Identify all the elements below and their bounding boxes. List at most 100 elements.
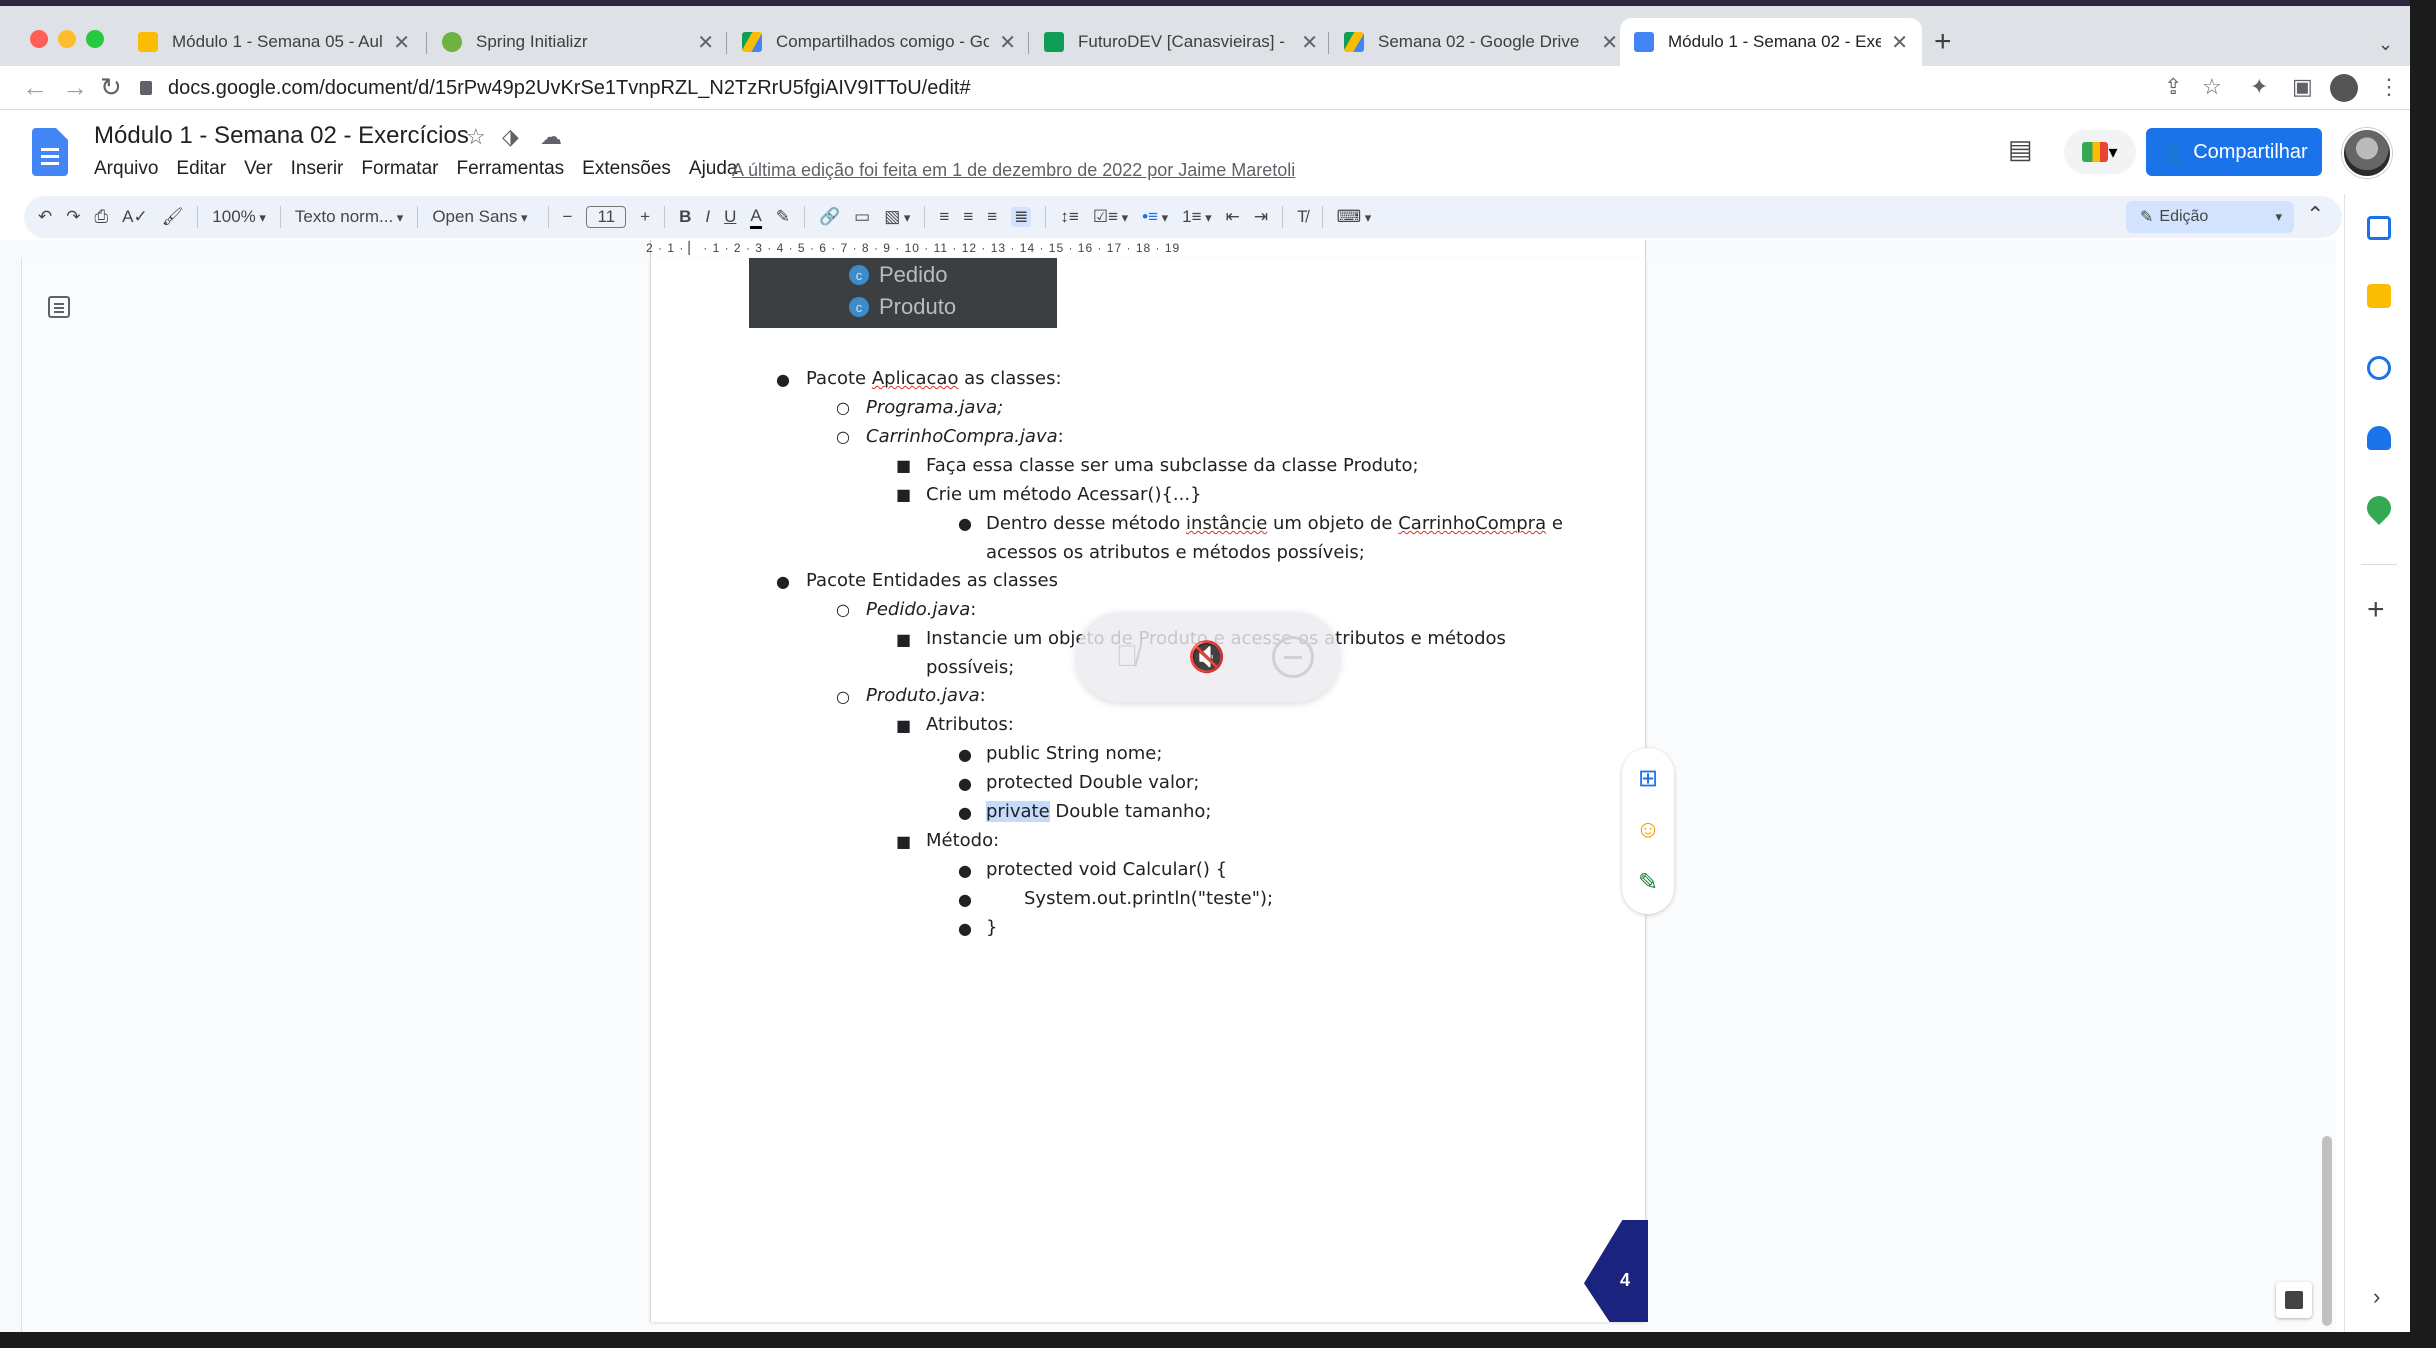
get-addons-icon[interactable]: +: [2367, 595, 2385, 625]
slides-icon: [138, 32, 158, 52]
align-justify-icon[interactable]: ≣: [1011, 207, 1032, 227]
user-avatar[interactable]: [2342, 128, 2392, 178]
italic-icon[interactable]: I: [705, 207, 710, 227]
menu-extensoes[interactable]: Extensões: [582, 158, 671, 180]
clear-formatting-icon[interactable]: T̸: [1297, 207, 1307, 227]
menu-ajuda[interactable]: Ajuda: [689, 158, 738, 180]
menu-ver[interactable]: Ver: [244, 158, 273, 180]
align-left-icon[interactable]: ≡: [939, 207, 949, 227]
keep-icon[interactable]: [2367, 284, 2391, 308]
insert-image-icon[interactable]: ▧: [884, 207, 910, 227]
input-tools-icon[interactable]: ⌨: [1337, 207, 1372, 227]
paint-format-icon[interactable]: 🖌: [162, 207, 184, 227]
tasks-icon[interactable]: [2367, 356, 2391, 380]
checklist-icon[interactable]: ☑≡: [1093, 207, 1128, 227]
align-center-icon[interactable]: ≡: [963, 207, 973, 227]
menu-inserir[interactable]: Inserir: [291, 158, 344, 180]
docs-logo-icon[interactable]: [32, 128, 68, 176]
emoji-reaction-icon[interactable]: ☺: [1634, 816, 1662, 844]
font-size-input[interactable]: 11: [586, 206, 627, 228]
document-outline-icon[interactable]: [48, 296, 70, 318]
move-icon[interactable]: ⬗: [502, 124, 519, 150]
text-color-icon[interactable]: A: [750, 206, 762, 229]
new-tab-button[interactable]: +: [1934, 27, 1952, 57]
embedded-image[interactable]: c Pedido c Produto: [749, 258, 1057, 328]
close-tab-icon[interactable]: ✕: [393, 30, 410, 55]
document-title[interactable]: Módulo 1 - Semana 02 - Exercícios: [94, 122, 469, 150]
font-select[interactable]: Open Sans: [432, 207, 527, 227]
editing-mode-select[interactable]: ✎ Edição: [2126, 201, 2294, 233]
speaker-off-icon[interactable]: 🔇: [1186, 636, 1228, 678]
close-tab-icon[interactable]: ✕: [697, 30, 714, 55]
close-tab-icon[interactable]: ✕: [1601, 30, 1618, 55]
browser-menu-icon[interactable]: ⋮: [2378, 74, 2400, 100]
bookmark-star-icon[interactable]: ☆: [2202, 74, 2222, 100]
vertical-ruler[interactable]: [0, 258, 22, 1332]
decrease-indent-icon[interactable]: ⇤: [1226, 207, 1240, 227]
spellcheck-icon[interactable]: A✓: [122, 207, 148, 227]
close-tab-icon[interactable]: ✕: [1301, 30, 1318, 55]
address-bar[interactable]: docs.google.com/document/d/15rPw49p2UvKr…: [140, 70, 2180, 106]
browser-tab[interactable]: Módulo 1 - Semana 05 - Aula 1 ✕: [124, 18, 424, 66]
chevron-right-icon[interactable]: ›: [2373, 1284, 2380, 1310]
forward-icon[interactable]: →: [62, 70, 88, 104]
underline-icon[interactable]: U: [724, 207, 736, 227]
redo-icon[interactable]: ↷: [66, 207, 80, 227]
share-button[interactable]: 👤 Compartilhar: [2146, 128, 2322, 176]
suggest-edits-icon[interactable]: ✎: [1634, 868, 1662, 896]
print-icon[interactable]: ⎙: [95, 207, 109, 227]
minus-circle-icon[interactable]: [1272, 636, 1314, 678]
profile-avatar[interactable]: [2330, 74, 2358, 102]
bold-icon[interactable]: B: [679, 207, 691, 227]
bullet-circle: ○: [836, 687, 850, 706]
bulleted-list-icon[interactable]: •≡: [1142, 207, 1168, 227]
menu-editar[interactable]: Editar: [176, 158, 226, 180]
increase-indent-icon[interactable]: ⇥: [1254, 207, 1268, 227]
calendar-icon[interactable]: [2367, 216, 2391, 240]
close-tab-icon[interactable]: ✕: [999, 30, 1016, 55]
horizontal-ruler[interactable]: 2 · 1 · ▏ · 1 · 2 · 3 · 4 · 5 · 6 · 7 · …: [0, 240, 2336, 258]
browser-tab[interactable]: Compartilhados comigo - Goo ✕: [728, 18, 1030, 66]
comment-history-icon[interactable]: ▤: [2008, 134, 2033, 165]
vertical-scrollbar[interactable]: [2322, 1136, 2332, 1326]
browser-tab[interactable]: Semana 02 - Google Drive ✕: [1330, 18, 1632, 66]
align-right-icon[interactable]: ≡: [987, 207, 997, 227]
minimize-window-button[interactable]: [58, 30, 76, 48]
decrease-font-icon[interactable]: −: [563, 207, 573, 227]
line-spacing-icon[interactable]: ↕≡: [1060, 207, 1078, 227]
meet-button[interactable]: ▾: [2064, 130, 2136, 174]
add-comment-icon[interactable]: ⊞: [1634, 764, 1662, 792]
explore-icon[interactable]: [2276, 1282, 2312, 1318]
chevron-up-icon[interactable]: ⌃: [2306, 202, 2324, 228]
list-item: Programa.java;: [866, 397, 1004, 418]
extensions-icon[interactable]: ✦: [2250, 74, 2268, 100]
share-page-icon[interactable]: ⇪: [2164, 74, 2182, 100]
side-panel-icon[interactable]: ▣: [2292, 74, 2313, 100]
menu-ferramentas[interactable]: Ferramentas: [456, 158, 564, 180]
numbered-list-icon[interactable]: 1≡: [1182, 207, 1212, 227]
zoom-select[interactable]: 100%: [212, 207, 266, 227]
last-edit-link[interactable]: A última edição foi feita em 1 de dezemb…: [732, 160, 1295, 181]
back-icon[interactable]: ←: [22, 70, 48, 104]
star-icon[interactable]: ☆: [466, 124, 486, 150]
browser-tab[interactable]: FuturoDEV [Canasvieiras] - M ✕: [1030, 18, 1332, 66]
highlight-icon[interactable]: ✎: [776, 207, 790, 227]
close-window-button[interactable]: [30, 30, 48, 48]
menu-arquivo[interactable]: Arquivo: [94, 158, 158, 180]
close-tab-icon[interactable]: ✕: [1891, 30, 1908, 55]
contacts-icon[interactable]: [2367, 426, 2391, 450]
tab-search-icon[interactable]: ⌄: [2378, 34, 2393, 55]
increase-font-icon[interactable]: +: [640, 207, 650, 227]
browser-tab[interactable]: Spring Initializr ✕: [428, 18, 728, 66]
maps-icon[interactable]: [2362, 491, 2396, 525]
cloud-status-icon[interactable]: ☁: [540, 124, 562, 150]
undo-icon[interactable]: ↶: [38, 207, 52, 227]
zoom-window-button[interactable]: [86, 30, 104, 48]
link-icon[interactable]: 🔗: [819, 207, 840, 227]
add-comment-icon[interactable]: ▭: [854, 207, 870, 227]
mic-off-icon[interactable]: 🎙̸: [1106, 636, 1148, 678]
style-select[interactable]: Texto norm...: [295, 207, 403, 227]
reload-icon[interactable]: ↻: [100, 70, 122, 104]
menu-formatar[interactable]: Formatar: [361, 158, 438, 180]
browser-tab-active[interactable]: Módulo 1 - Semana 02 - Exerci ✕: [1620, 18, 1922, 66]
